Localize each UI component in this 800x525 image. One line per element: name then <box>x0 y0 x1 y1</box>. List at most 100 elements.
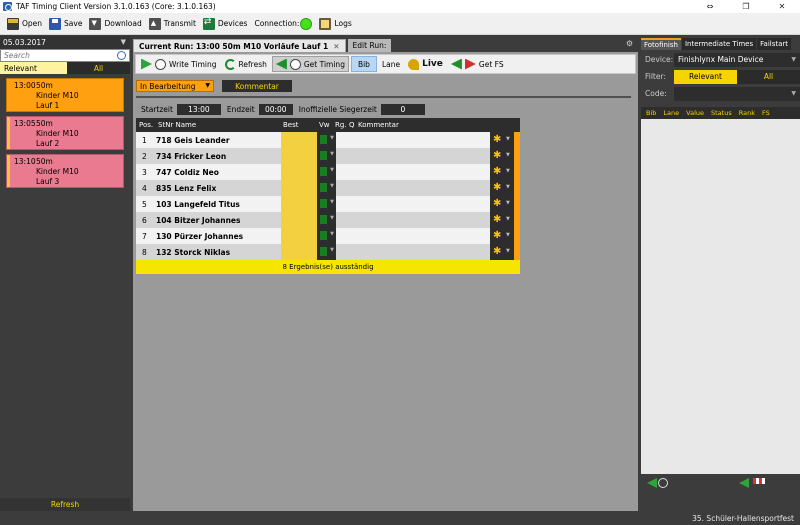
gear-icon[interactable]: ✱ <box>493 166 501 177</box>
row-actions[interactable]: ✱ ▼ <box>490 148 520 164</box>
tab-edit-run[interactable]: Edit Run: <box>347 39 392 52</box>
gear-icon[interactable]: ✱ <box>493 230 501 241</box>
best-cell[interactable] <box>281 148 317 164</box>
best-cell[interactable] <box>281 212 317 228</box>
row-pos: 7 <box>142 231 147 241</box>
best-cell[interactable] <box>281 164 317 180</box>
save-button[interactable]: Save <box>46 15 85 33</box>
search-icon[interactable] <box>117 51 126 60</box>
download-button[interactable]: Download <box>86 15 144 33</box>
filter-relevant-tab[interactable]: Relevant <box>0 62 67 74</box>
run-item[interactable]: 13:10 50m Kinder M10 Lauf 3 <box>6 154 124 188</box>
table-row[interactable]: 6 104 Bitzer Johannes ▼ ✱ ▼ <box>136 212 520 228</box>
restore-button[interactable]: ❐ <box>728 0 764 13</box>
kommentar-cell[interactable] <box>336 148 490 164</box>
run-filter-tabs: Relevant All <box>0 62 130 74</box>
endzeit-field[interactable]: 00:00 <box>258 103 293 115</box>
write-timing-button[interactable]: Write Timing <box>138 56 220 72</box>
code-select[interactable]: ▼ <box>674 86 800 101</box>
filter-relevant-button[interactable]: Relevant <box>674 69 737 84</box>
arrow-left-icon[interactable] <box>739 478 749 488</box>
arrow-left-icon[interactable] <box>647 478 657 488</box>
gear-icon[interactable]: ⚙ <box>626 39 633 48</box>
startzeit-field[interactable]: 13:00 <box>176 103 221 115</box>
vw-cell[interactable]: ▼ <box>317 180 336 196</box>
open-button[interactable]: Open <box>4 15 45 33</box>
logs-button[interactable]: Logs <box>316 15 354 33</box>
run-item[interactable]: 13:05 50m Kinder M10 Lauf 2 <box>6 116 124 150</box>
row-actions[interactable]: ✱ ▼ <box>490 164 520 180</box>
refresh-button[interactable]: Refresh <box>222 56 270 72</box>
get-fs-button[interactable]: Get FS <box>448 56 507 72</box>
kommentar-cell[interactable] <box>336 132 490 148</box>
filter-all-button[interactable]: All <box>737 69 800 84</box>
bib-toggle[interactable]: Bib <box>350 56 377 72</box>
kommentar-cell[interactable] <box>336 164 490 180</box>
run-item[interactable]: 13:00 50m Kinder M10 Lauf 1 <box>6 78 124 112</box>
get-timing-button[interactable]: Get Timing <box>271 56 349 72</box>
best-cell[interactable] <box>281 196 317 212</box>
vw-cell[interactable]: ▼ <box>317 212 336 228</box>
vw-cell[interactable]: ▼ <box>317 228 336 244</box>
tab-current-run[interactable]: Current Run: 13:00 50m M10 Vorläufe Lauf… <box>133 39 346 52</box>
col-best: Best <box>283 121 299 129</box>
table-row[interactable]: 8 132 Storck Niklas ▼ ✱ ▼ <box>136 244 520 260</box>
table-row[interactable]: 2 734 Fricker Leon ▼ ✱ ▼ <box>136 148 520 164</box>
vw-cell[interactable]: ▼ <box>317 148 336 164</box>
gear-icon[interactable]: ✱ <box>493 198 501 209</box>
runs-refresh-button[interactable]: Refresh <box>0 498 130 511</box>
row-actions[interactable]: ✱ ▼ <box>490 196 520 212</box>
transmit-button[interactable]: Transmit <box>146 15 199 33</box>
vw-cell[interactable]: ▼ <box>317 244 336 260</box>
date-selector[interactable]: 05.03.2017 ▼ <box>0 36 130 49</box>
tab-fotofinish[interactable]: Fotofinish <box>641 38 681 50</box>
kommentar-button[interactable]: Kommentar <box>222 80 292 92</box>
code-row: Code: ▼ <box>641 86 800 101</box>
gear-icon[interactable]: ✱ <box>493 214 501 225</box>
row-actions[interactable]: ✱ ▼ <box>490 212 520 228</box>
search-input[interactable] <box>4 51 104 60</box>
table-row[interactable]: 3 747 Coldiz Neo ▼ ✱ ▼ <box>136 164 520 180</box>
row-actions[interactable]: ✱ ▼ <box>490 228 520 244</box>
live-button[interactable]: Live <box>405 56 446 72</box>
close-button[interactable]: ✕ <box>764 0 800 13</box>
vw-cell[interactable]: ▼ <box>317 196 336 212</box>
row-actions[interactable]: ✱ ▼ <box>490 180 520 196</box>
gear-icon[interactable]: ✱ <box>493 150 501 161</box>
kommentar-cell[interactable] <box>336 244 490 260</box>
finish-flag-icon[interactable] <box>753 478 765 484</box>
tab-intermediate-times[interactable]: Intermediate Times <box>681 38 757 50</box>
table-row[interactable]: 4 835 Lenz Felix ▼ ✱ ▼ <box>136 180 520 196</box>
table-row[interactable]: 7 130 Pürzer Johannes ▼ ✱ ▼ <box>136 228 520 244</box>
run-status-select[interactable]: In Bearbeitung ▼ <box>136 80 214 92</box>
tab-failstart[interactable]: Failstart <box>757 38 792 50</box>
close-tab-icon[interactable]: ✕ <box>333 42 339 51</box>
filter-all-tab[interactable]: All <box>67 62 130 74</box>
kommentar-cell[interactable] <box>336 196 490 212</box>
kommentar-cell[interactable] <box>336 212 490 228</box>
gear-icon[interactable]: ✱ <box>493 134 501 145</box>
table-row[interactable]: 5 103 Langefeld Titus ▼ ✱ ▼ <box>136 196 520 212</box>
fotofinish-table-body[interactable] <box>641 119 800 474</box>
best-cell[interactable] <box>281 244 317 260</box>
gear-icon[interactable]: ✱ <box>493 182 501 193</box>
inoff-siegerzeit-field[interactable]: 0 <box>380 103 425 115</box>
minimize-button[interactable]: ⇔ <box>692 0 728 13</box>
devices-button[interactable]: Devices <box>200 15 251 33</box>
best-cell[interactable] <box>281 132 317 148</box>
save-label: Save <box>64 19 83 28</box>
table-row[interactable]: 1 718 Geis Leander ▼ ✱ ▼ <box>136 132 520 148</box>
row-actions[interactable]: ✱ ▼ <box>490 132 520 148</box>
vw-cell[interactable]: ▼ <box>317 164 336 180</box>
lane-toggle[interactable]: Lane <box>379 56 403 72</box>
best-cell[interactable] <box>281 228 317 244</box>
best-cell[interactable] <box>281 180 317 196</box>
device-select[interactable]: Finishlynx Main Device ▼ <box>674 52 800 67</box>
kommentar-cell[interactable] <box>336 180 490 196</box>
kommentar-cell[interactable] <box>336 228 490 244</box>
gear-icon[interactable]: ✱ <box>493 246 501 257</box>
clock-icon[interactable] <box>658 478 668 488</box>
vw-cell[interactable]: ▼ <box>317 132 336 148</box>
flag-icon <box>141 58 152 70</box>
row-actions[interactable]: ✱ ▼ <box>490 244 520 260</box>
